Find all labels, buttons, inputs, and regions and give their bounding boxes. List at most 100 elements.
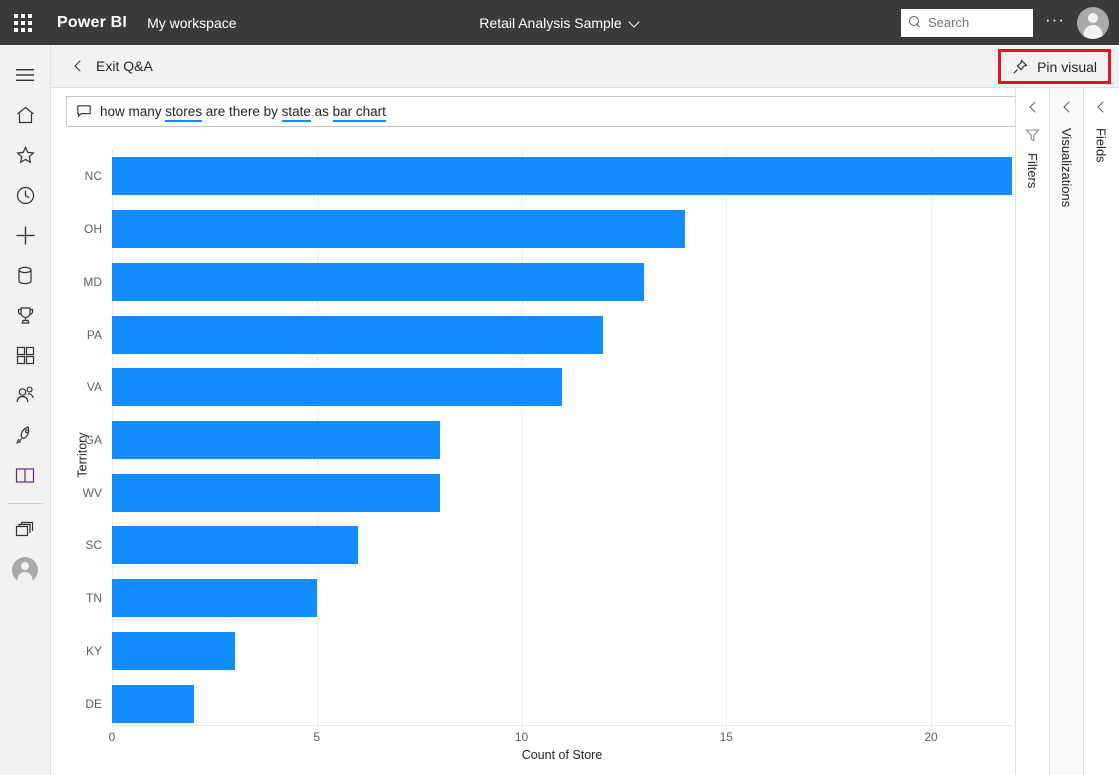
y-tick-label: NC: [85, 169, 102, 183]
sidebar-item-data-hub[interactable]: [0, 255, 51, 295]
chevron-left-icon: [73, 61, 83, 71]
chart-bar-row[interactable]: MD: [112, 263, 1012, 301]
y-tick-label: OH: [84, 222, 102, 236]
chart-bar[interactable]: [112, 632, 235, 670]
chart-bar-row[interactable]: OH: [112, 210, 1012, 248]
y-tick-label: WV: [83, 486, 102, 500]
chevron-down-icon: [630, 18, 640, 28]
x-tick-label: 0: [109, 730, 116, 744]
sidebar-item-hamburger[interactable]: [0, 55, 51, 95]
chart-bar[interactable]: [112, 368, 562, 406]
database-icon: [17, 266, 33, 285]
qna-term-5: bar chart: [333, 104, 386, 122]
workspace-breadcrumb[interactable]: My workspace: [147, 15, 236, 31]
y-tick-label: VA: [87, 380, 102, 394]
chart-bar[interactable]: [112, 474, 440, 512]
filters-pane-label: Filters: [1025, 153, 1040, 188]
app-header: Power BI My workspace Retail Analysis Sa…: [0, 0, 1119, 45]
chevron-left-icon[interactable]: [1096, 102, 1106, 112]
sidebar-item-shared-with-me[interactable]: [0, 375, 51, 415]
people-icon: [15, 386, 35, 405]
x-tick-label: 20: [924, 730, 937, 744]
more-options-button[interactable]: ···: [1033, 0, 1077, 45]
visualizations-pane-label: Visualizations: [1059, 128, 1074, 207]
layers-icon: [15, 521, 35, 539]
pin-visual-button[interactable]: Pin visual: [998, 49, 1111, 84]
sidebar-item-learn[interactable]: [0, 455, 51, 495]
exit-qna-label: Exit Q&A: [96, 58, 153, 74]
chart-bar[interactable]: [112, 685, 194, 723]
y-tick-label: KY: [86, 644, 102, 658]
qna-text-0: how many: [100, 104, 165, 119]
visualizations-pane-collapsed[interactable]: Visualizations: [1050, 88, 1084, 775]
plus-icon: [16, 226, 35, 245]
chart-bar[interactable]: [112, 526, 358, 564]
chart-plot-area: NC OH MD PA VA GA WV SC TN KY DE: [112, 150, 1012, 730]
nav-divider: [8, 503, 43, 504]
left-navigation: [0, 45, 51, 775]
chart-bar-row[interactable]: VA: [112, 368, 1012, 406]
filters-pane-collapsed[interactable]: Filters: [1016, 88, 1050, 775]
exit-qna-button[interactable]: Exit Q&A: [73, 58, 153, 74]
chart-bar-row[interactable]: SC: [112, 526, 1012, 564]
chart-bar[interactable]: [112, 210, 685, 248]
chevron-left-icon[interactable]: [1062, 102, 1072, 112]
command-bar: Exit Q&A Pin visual: [51, 45, 1119, 88]
chevron-left-icon[interactable]: [1028, 102, 1038, 112]
chart-bar[interactable]: [112, 421, 440, 459]
fields-pane-label: Fields: [1094, 128, 1109, 163]
x-tick-label: 10: [515, 730, 528, 744]
x-tick-label: 15: [720, 730, 733, 744]
chart-bar[interactable]: [112, 157, 1012, 195]
chart-bar-row[interactable]: TN: [112, 579, 1012, 617]
search-placeholder: Search: [928, 15, 969, 30]
y-tick-label: PA: [87, 328, 102, 342]
qna-term-1: stores: [165, 104, 202, 122]
x-axis-ticks: 05101520: [112, 730, 1012, 748]
qna-question-input[interactable]: how many stores are there by state as ba…: [66, 96, 1104, 127]
sidebar-item-goals[interactable]: [0, 295, 51, 335]
x-axis-line: [112, 725, 1012, 726]
qna-text-2: are there by: [202, 104, 282, 119]
powerbi-brand[interactable]: Power BI: [57, 14, 127, 32]
home-icon: [16, 106, 35, 124]
user-avatar-icon[interactable]: [1077, 7, 1109, 39]
chart-bar-row[interactable]: DE: [112, 685, 1012, 723]
sidebar-item-create[interactable]: [0, 215, 51, 255]
report-title-dropdown[interactable]: Retail Analysis Sample: [479, 15, 639, 31]
chart-bar[interactable]: [112, 579, 317, 617]
qna-text-4: as: [311, 104, 333, 119]
sidebar-item-workspaces[interactable]: [0, 510, 51, 550]
user-avatar-icon: [12, 557, 38, 583]
hamburger-menu-icon: [16, 68, 34, 82]
search-input[interactable]: Search: [901, 9, 1033, 37]
qna-term-3: state: [282, 104, 311, 122]
sidebar-item-favorites[interactable]: [0, 135, 51, 175]
x-axis-title: Count of Store: [112, 748, 1012, 762]
sidebar-item-my-workspace[interactable]: [0, 550, 51, 590]
y-tick-label: TN: [86, 591, 102, 605]
clock-icon: [16, 186, 35, 205]
trophy-icon: [16, 306, 35, 325]
sidebar-item-apps[interactable]: [0, 335, 51, 375]
y-tick-label: MD: [83, 275, 102, 289]
fields-pane-collapsed[interactable]: Fields: [1084, 88, 1118, 775]
chart-bar-row[interactable]: GA: [112, 421, 1012, 459]
rocket-icon: [15, 425, 35, 445]
chart-bar-row[interactable]: NC: [112, 157, 1012, 195]
sidebar-item-home[interactable]: [0, 95, 51, 135]
chart-bar[interactable]: [112, 263, 644, 301]
chart-bar-row[interactable]: KY: [112, 632, 1012, 670]
question-bubble-icon: [77, 105, 91, 118]
chart-bar-row[interactable]: WV: [112, 474, 1012, 512]
star-icon: [16, 146, 35, 164]
chart-bar[interactable]: [112, 316, 603, 354]
app-launcher-icon[interactable]: [0, 0, 45, 45]
qna-bar-chart-visual[interactable]: Territory NCOHMDPAVAGAWVSCTNKYDE 0510152…: [52, 135, 1012, 775]
sidebar-item-deployment-pipelines[interactable]: [0, 415, 51, 455]
pin-visual-label: Pin visual: [1037, 59, 1097, 75]
waffle-grid: [14, 14, 32, 32]
chart-bar-row[interactable]: PA: [112, 316, 1012, 354]
sidebar-item-recent[interactable]: [0, 175, 51, 215]
filter-funnel-icon: [1025, 128, 1040, 143]
